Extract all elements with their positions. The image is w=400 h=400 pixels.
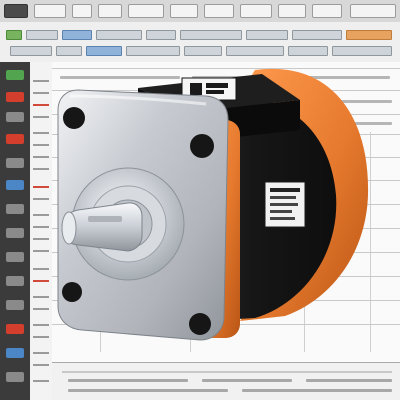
nameplate-print [270,188,300,192]
shaft-end-face [61,211,77,245]
nameplate-print [270,217,295,220]
shaft-keyway [88,216,122,222]
connector-label-print [206,90,224,94]
mounting-hole [63,107,85,129]
mounting-hole [190,134,214,158]
nameplate-print [270,210,292,213]
connector-label-print [206,83,228,88]
nameplate-print [270,196,296,199]
servo-motor [57,68,369,341]
scene [0,0,400,400]
mounting-hole [62,282,82,302]
nameplate-print [270,203,298,206]
connector-label-print [190,83,202,95]
mounting-hole [189,313,211,335]
